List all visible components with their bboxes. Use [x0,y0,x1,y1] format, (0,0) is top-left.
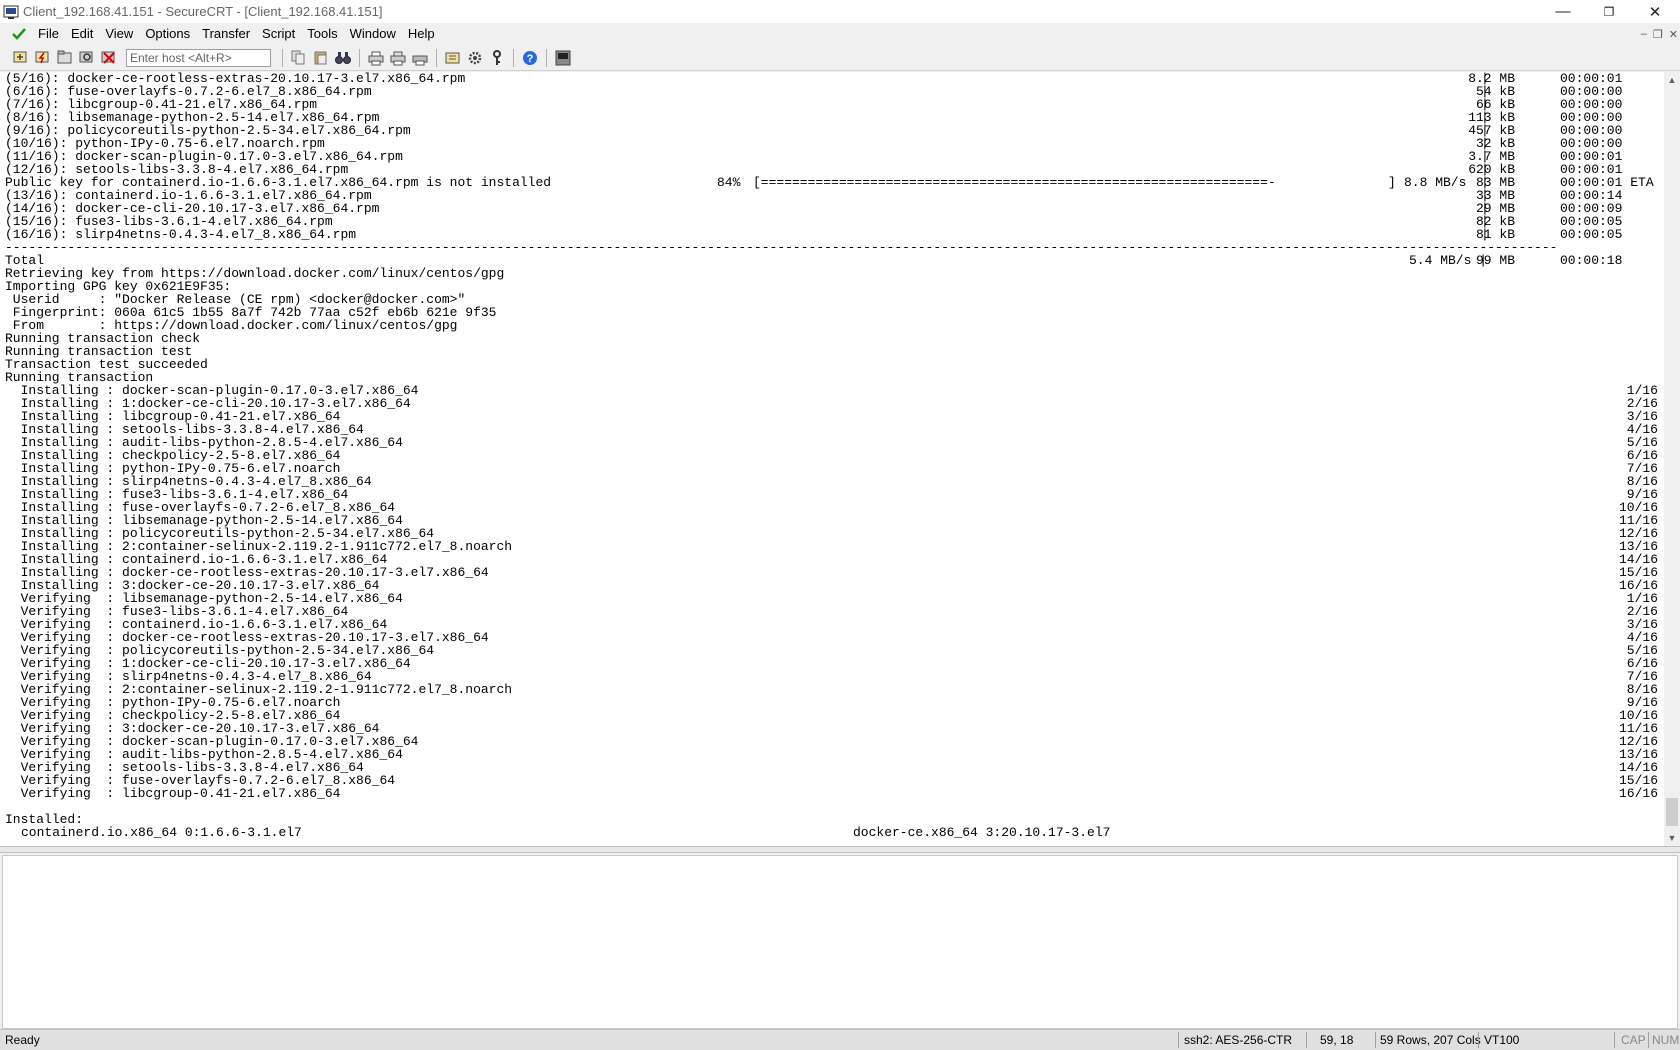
status-divider [1375,1032,1376,1048]
menu-view[interactable]: View [99,23,139,45]
reconnect-button[interactable] [78,49,96,67]
securecrt-app-icon[interactable] [3,4,19,20]
installed-item: containerd.io.x86_64 0:1.6.6-3.1.el7 [21,825,302,840]
tab-icon [57,50,72,63]
quick-connect-icon [35,51,49,63]
print-setup-button[interactable] [411,49,429,67]
print-selection-icon [390,51,406,65]
mdi-controls: – ❐ ✕ [1641,23,1678,45]
reconnect-icon [79,51,93,62]
progress-bar: [=======================================… [753,175,1276,190]
mdi-close-icon[interactable]: ✕ [1669,28,1678,41]
key-icon [493,49,501,65]
download-time: 00:00:05 [1560,227,1623,242]
help-button[interactable]: ? [521,49,539,67]
status-divider [1306,1032,1307,1048]
session-options-icon [445,52,460,63]
connect-button[interactable] [12,49,30,67]
transaction-count: 16/16 [1618,786,1658,801]
restore-button[interactable]: ❐ [1586,0,1632,23]
keymap-button[interactable] [488,49,506,67]
pane-splitter[interactable] [0,846,1680,853]
connect-icon [13,51,27,62]
menu-options[interactable]: Options [139,23,196,45]
paste-button[interactable] [312,49,330,67]
status-cursor-position: 59, 18 [1320,1033,1354,1047]
toolbar-separator [359,48,360,67]
toolbar: ? [0,45,1680,71]
binoculars-icon [335,51,351,64]
menu-transfer[interactable]: Transfer [196,23,256,45]
printer-icon [368,51,384,65]
separator-dashes: ----------------------------------------… [5,241,1558,254]
mdi-minimize-icon[interactable]: – [1641,28,1647,40]
menu-script[interactable]: Script [256,23,301,45]
progress-bar-end: ] [1388,175,1396,190]
menu-help[interactable]: Help [402,23,441,45]
enter-host-input[interactable] [126,48,271,67]
copy-button[interactable] [290,49,308,67]
disconnect-icon [101,51,115,64]
close-icon: ✕ [1648,3,1662,21]
window-title: Client_192.168.41.151 - SecureCRT - [Cli… [23,4,383,19]
status-divider [1614,1032,1615,1048]
menu-file[interactable]: File [32,23,65,45]
status-num-lock: NUM [1652,1033,1680,1047]
download-size: 81 kB [1475,227,1515,242]
connect-in-tab-button[interactable] [56,49,74,67]
print-setup-icon [412,55,428,65]
status-ready: Ready [5,1033,40,1047]
status-divider [1178,1032,1179,1048]
global-options-button[interactable] [466,49,484,67]
minimize-icon: — [1555,3,1571,20]
status-cipher: ssh2: AES-256-CTR [1184,1033,1293,1047]
paste-icon [314,51,327,64]
toolbar-separator [436,48,437,67]
close-button[interactable]: ✕ [1632,0,1678,23]
command-window[interactable] [2,855,1678,1029]
download-file: (16/16): slirp4netns-0.4.3-4.el7_8.x86_6… [5,227,357,242]
restore-icon: ❐ [1603,4,1615,19]
copy-icon [291,50,305,64]
terminal-output[interactable]: (5/16): docker-ce-rootless-extras-20.10.… [0,72,1664,846]
scroll-down-arrow-icon[interactable]: ▼ [1664,830,1680,846]
find-button[interactable] [334,49,352,67]
menu-bar: File Edit View Options Transfer Script T… [0,23,1680,45]
status-divider [1648,1032,1649,1048]
menu-edit[interactable]: Edit [65,23,99,45]
status-terminal-size: 59 Rows, 207 Cols [1380,1033,1481,1047]
status-emulation: VT100 [1484,1033,1520,1047]
toolbar-separator [546,48,547,67]
total-size: 99 MB [1475,253,1515,268]
disconnect-button[interactable] [100,49,118,67]
scrollbar-thumb[interactable] [1666,798,1678,826]
toolbar-separator [513,48,514,67]
status-bar: Ready ssh2: AES-256-CTR 59, 18 59 Rows, … [0,1029,1680,1050]
total-time: 00:00:18 [1560,253,1623,268]
status-caps-lock: CAP [1621,1033,1646,1047]
quick-connect-button[interactable] [34,49,52,67]
connected-check-icon[interactable] [10,25,28,43]
minimize-button[interactable]: — [1540,0,1586,23]
terminal-scrollbar[interactable]: ▲ ▼ [1664,72,1680,846]
gear-icon [468,51,482,64]
print-button[interactable] [367,49,385,67]
print-selection-button[interactable] [389,49,407,67]
menu-tools[interactable]: Tools [301,23,343,45]
session-options-button[interactable] [444,49,462,67]
title-bar: Client_192.168.41.151 - SecureCRT - [Cli… [0,0,1680,23]
progress-percent: 84% [717,175,741,190]
status-divider [1478,1032,1479,1048]
installed-item: docker-ce.x86_64 3:20.10.17-3.el7 [853,825,1111,840]
command-window-button[interactable] [554,49,572,67]
help-icon: ? [523,50,537,65]
command-window-icon [555,50,571,65]
transaction-text: Verifying : libcgroup-0.41-21.el7.x86_64 [5,786,341,801]
menu-window[interactable]: Window [344,23,402,45]
scroll-up-arrow-icon[interactable]: ▲ [1664,72,1680,88]
svg-text:?: ? [527,53,534,65]
toolbar-separator [282,48,283,67]
mdi-restore-icon[interactable]: ❐ [1653,28,1663,41]
